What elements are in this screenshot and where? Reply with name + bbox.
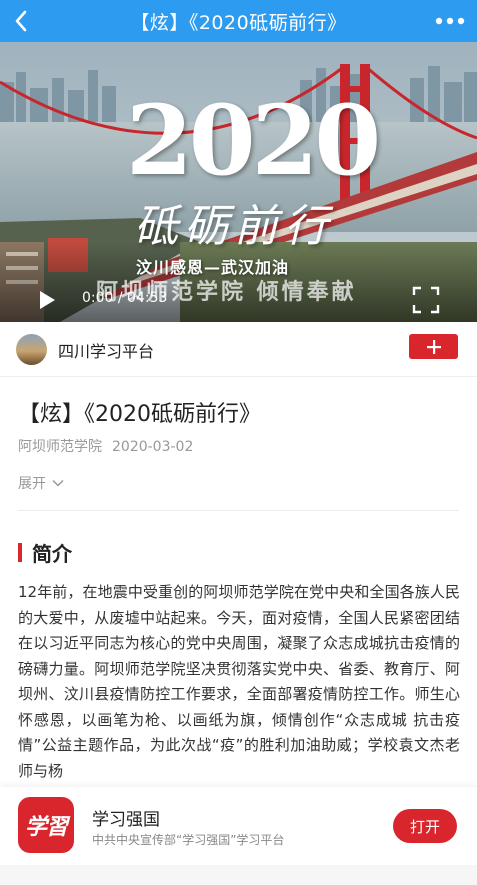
chevron-left-icon [15,10,27,32]
channel-row: 四川学习平台 [0,322,477,377]
page-title: 【炫】《2020砥砺前行》 [130,11,347,34]
video-time: 0:00 / 04:53 [82,290,168,306]
open-app-button[interactable]: 打开 [393,809,457,843]
app-description: 中共中央宣传部“学习强国”学习平台 [92,833,285,847]
article-title: 【炫】《2020砥砺前行》 [18,402,261,427]
expand-label: 展开 [18,476,46,492]
play-button[interactable] [38,290,56,314]
app-download-banner: 学習 学习强国 中共中央宣传部“学习强国”学习平台 打开 [0,787,477,865]
back-button[interactable] [6,0,36,42]
article-date: 2020-03-02 [112,439,194,455]
plus-icon [426,339,441,354]
channel-avatar[interactable] [16,334,47,365]
intro-text: 12年前，在地震中受重创的阿坝师范学院在党中央和全国各族人民的大爱中，从废墟中站… [18,583,460,780]
channel-name[interactable]: 四川学习平台 [58,338,154,362]
fullscreen-icon [412,286,440,314]
intro-heading-label: 简介 [32,542,72,566]
chevron-down-icon [52,479,64,487]
section-marker [18,543,22,562]
video-overlay-calligraphy: 砥砺前行 [134,201,334,252]
article-meta: 阿坝师范学院 2020-03-02 [18,436,193,456]
video-player[interactable]: 2020 砥砺前行 汶川感恩—武汉加油 阿坝师范学院 倾情奉献 0:00 / 0… [0,42,477,322]
follow-button[interactable] [409,334,458,359]
play-icon [40,291,55,309]
more-dots-icon [435,17,465,25]
top-bar: 【炫】《2020砥砺前行》 [0,0,477,42]
app-name: 学习强国 [92,810,160,830]
more-button[interactable] [433,0,467,42]
video-overlay-year: 2020 [126,84,381,197]
divider [18,510,459,511]
fullscreen-button[interactable] [412,286,440,314]
intro-heading: 简介 [18,538,72,567]
app-logo: 学習 [18,797,74,853]
bottom-strip [0,865,477,885]
expand-toggle[interactable]: 展开 [18,473,64,493]
article-source[interactable]: 阿坝师范学院 [18,439,102,455]
